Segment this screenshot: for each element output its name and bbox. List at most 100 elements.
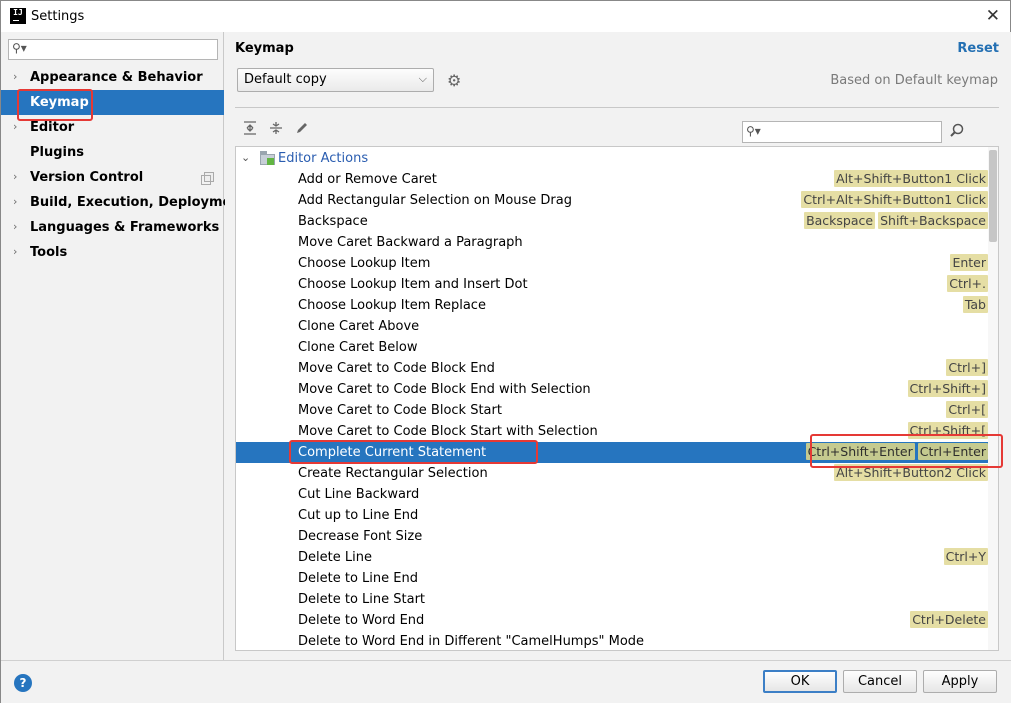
expand-all-icon[interactable] bbox=[241, 121, 259, 139]
keymap-dropdown-value: Default copy bbox=[244, 72, 327, 87]
find-by-shortcut-icon[interactable] bbox=[949, 123, 965, 143]
shortcut-badge: Ctrl+. bbox=[947, 275, 988, 292]
keymap-filter-input[interactable]: ⚲▾ bbox=[742, 121, 942, 143]
ok-button[interactable]: OK bbox=[763, 670, 837, 693]
shortcut-list: Backspace Shift+Backspace bbox=[804, 212, 988, 231]
action-name: Choose Lookup Item bbox=[298, 256, 431, 271]
collapse-all-icon[interactable] bbox=[267, 121, 285, 139]
sidebar-item-label: Appearance & Behavior bbox=[30, 70, 203, 85]
settings-sidebar: ⚲▾ › Appearance & Behavior Keymap › Editor Pl… bbox=[1, 32, 247, 660]
tree-row[interactable]: Delete Line Ctrl+Y bbox=[236, 547, 988, 568]
tree-row[interactable]: Delete to Line Start bbox=[236, 589, 988, 610]
shortcut-list: Alt+Shift+Button2 Click bbox=[834, 464, 988, 483]
action-name: Delete to Word End in Different "CamelHu… bbox=[298, 634, 645, 649]
tree-row[interactable]: Complete Current Statement Ctrl+Shift+Ent… bbox=[236, 442, 988, 463]
tree-row[interactable]: Move Caret to Code Block Start with Sele… bbox=[236, 421, 988, 442]
tree-row[interactable]: Choose Lookup Item Enter bbox=[236, 253, 988, 274]
keymap-action-tree: ⌄ Editor Actions Add or Remove Caret Alt+… bbox=[235, 146, 999, 651]
tree-row[interactable]: Move Caret Backward a Paragraph bbox=[236, 232, 988, 253]
title-bar: IJ Settings ✕ bbox=[1, 1, 1010, 32]
tree-row[interactable]: Choose Lookup Item and Insert Dot Ctrl+. bbox=[236, 274, 988, 295]
action-name: Choose Lookup Item Replace bbox=[298, 298, 486, 313]
tree-scrollbar[interactable] bbox=[988, 147, 998, 650]
sidebar-item-appearance-behavior[interactable]: › Appearance & Behavior bbox=[1, 65, 224, 90]
sidebar-item-label: Version Control bbox=[30, 170, 144, 185]
tree-row[interactable]: Choose Lookup Item Replace Tab bbox=[236, 295, 988, 316]
shortcut-badge: Alt+Shift+Button2 Click bbox=[834, 464, 988, 481]
page-title: Keymap bbox=[235, 41, 294, 56]
action-name: Complete Current Statement bbox=[298, 445, 487, 460]
reset-link[interactable]: Reset bbox=[957, 41, 999, 56]
action-name: Choose Lookup Item and Insert Dot bbox=[298, 277, 528, 292]
sidebar-item-build-execution-deployment[interactable]: › Build, Execution, Deployment bbox=[1, 190, 247, 215]
based-on-label: Based on Default keymap bbox=[830, 73, 998, 88]
sidebar-item-languages-frameworks[interactable]: › Languages & Frameworks bbox=[1, 215, 224, 240]
action-name: Add Rectangular Selection on Mouse Drag bbox=[298, 193, 572, 208]
tree-row[interactable]: Move Caret to Code Block Start Ctrl+[ bbox=[236, 400, 988, 421]
window-title: Settings bbox=[31, 9, 85, 24]
shortcut-list: Ctrl+] bbox=[946, 359, 988, 378]
sidebar-search-input[interactable]: ⚲▾ bbox=[8, 39, 218, 60]
action-name: Clone Caret Below bbox=[298, 340, 418, 355]
chevron-right-icon[interactable]: › bbox=[13, 70, 17, 83]
action-name: Move Caret to Code Block Start with Sele… bbox=[298, 424, 598, 439]
cancel-button[interactable]: Cancel bbox=[843, 670, 917, 693]
sidebar-item-label: Editor bbox=[30, 120, 75, 135]
action-name: Create Rectangular Selection bbox=[298, 466, 488, 481]
tree-row[interactable]: Create Rectangular Selection Alt+Shift+Bu… bbox=[236, 463, 988, 484]
chevron-right-icon[interactable]: › bbox=[13, 220, 17, 233]
tree-row[interactable]: Delete to Line End bbox=[236, 568, 988, 589]
tree-row[interactable]: Add Rectangular Selection on Mouse Drag C… bbox=[236, 190, 988, 211]
tree-row[interactable]: Move Caret to Code Block End Ctrl+] bbox=[236, 358, 988, 379]
gear-icon[interactable]: ⚙ bbox=[447, 71, 461, 90]
tree-row[interactable]: Cut up to Line End bbox=[236, 505, 988, 526]
shortcut-badge: Ctrl+[ bbox=[946, 401, 988, 418]
shortcut-badge: Ctrl+Shift+[ bbox=[907, 422, 988, 439]
tree-row[interactable]: Cut Line Backward bbox=[236, 484, 988, 505]
shortcut-badge: Tab bbox=[962, 296, 988, 313]
shortcut-badge: Alt+Shift+Button1 Click bbox=[834, 170, 988, 187]
chevron-right-icon[interactable]: › bbox=[13, 170, 17, 183]
search-icon: ⚲▾ bbox=[746, 124, 761, 138]
apply-button[interactable]: Apply bbox=[923, 670, 997, 693]
action-name: Clone Caret Above bbox=[298, 319, 420, 334]
project-level-icon bbox=[201, 172, 214, 185]
tree-row[interactable]: Clone Caret Above bbox=[236, 316, 988, 337]
sidebar-item-tools[interactable]: › Tools bbox=[1, 240, 224, 265]
action-name: Backspace bbox=[298, 214, 368, 229]
tree-row[interactable]: Clone Caret Below bbox=[236, 337, 988, 358]
keymap-panel: Keymap Reset Default copy ⌵ ⚙ Based on D… bbox=[225, 32, 1011, 660]
sidebar-item-keymap[interactable]: Keymap bbox=[1, 90, 224, 115]
tree-row[interactable]: Delete to Word End in Different "CamelHu… bbox=[236, 631, 988, 650]
shortcut-badge: Backspace bbox=[804, 212, 876, 229]
chevron-down-icon[interactable]: ⌄ bbox=[241, 151, 250, 164]
chevron-right-icon[interactable]: › bbox=[13, 245, 17, 258]
help-icon[interactable]: ? bbox=[14, 674, 32, 692]
tree-row[interactable]: Backspace Backspace Shift+Backspace bbox=[236, 211, 988, 232]
chevron-right-icon[interactable]: › bbox=[13, 195, 17, 208]
chevron-right-icon[interactable]: › bbox=[13, 120, 17, 133]
sidebar-item-plugins[interactable]: Plugins bbox=[1, 140, 224, 165]
keymap-dropdown[interactable]: Default copy ⌵ bbox=[237, 68, 434, 92]
action-name: Move Caret to Code Block End bbox=[298, 361, 495, 376]
action-name: Move Caret to Code Block End with Select… bbox=[298, 382, 591, 397]
tree-scrollbar-thumb[interactable] bbox=[989, 150, 997, 242]
shortcut-list: Alt+Shift+Button1 Click bbox=[834, 170, 988, 189]
tree-group-editor-actions[interactable]: ⌄ Editor Actions bbox=[236, 148, 998, 169]
tree-group-label: Editor Actions bbox=[278, 151, 369, 166]
folder-icon bbox=[260, 151, 275, 165]
sidebar-item-label: Build, Execution, Deployment bbox=[30, 195, 247, 210]
action-name: Delete to Line End bbox=[298, 571, 418, 586]
action-name: Move Caret to Code Block Start bbox=[298, 403, 502, 418]
shortcut-list: Ctrl+Shift+[ bbox=[907, 422, 988, 441]
action-name: Cut up to Line End bbox=[298, 508, 419, 523]
sidebar-item-version-control[interactable]: › Version Control bbox=[1, 165, 224, 190]
sidebar-item-editor[interactable]: › Editor bbox=[1, 115, 224, 140]
tree-row[interactable]: Decrease Font Size bbox=[236, 526, 988, 547]
close-icon[interactable]: ✕ bbox=[986, 6, 1000, 26]
edit-pencil-icon[interactable] bbox=[293, 121, 311, 139]
tree-row[interactable]: Move Caret to Code Block End with Select… bbox=[236, 379, 988, 400]
tree-row[interactable]: Add or Remove Caret Alt+Shift+Button1 Cli… bbox=[236, 169, 988, 190]
action-name: Delete to Word End bbox=[298, 613, 425, 628]
tree-row[interactable]: Delete to Word End Ctrl+Delete bbox=[236, 610, 988, 631]
